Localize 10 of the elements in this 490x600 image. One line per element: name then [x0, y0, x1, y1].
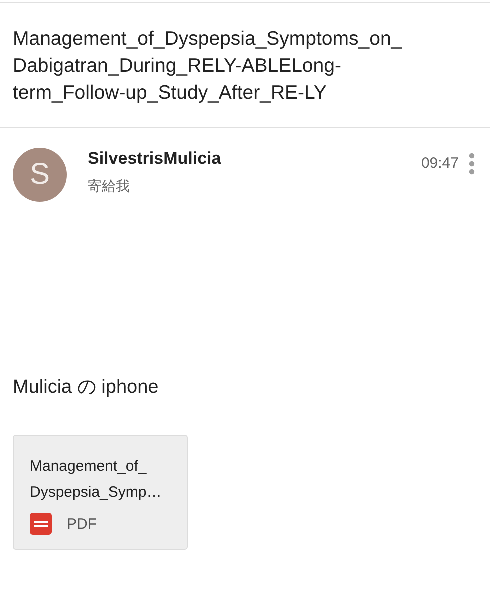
sender-name: SilvestrisMulicia: [88, 149, 222, 169]
attachment-card[interactable]: Management_of_ Dyspepsia_Symp… PDF: [13, 435, 188, 550]
email-subject: Management_of_Dyspepsia_Symptoms_on_ Dabigatran_During_RELY-ABLELong- term_Follow-up_Study_After_RE-LY: [13, 27, 402, 106]
attachment-name: Management_of_ Dyspepsia_Symp…: [30, 457, 162, 503]
attachment-type: PDF: [67, 516, 97, 532]
recipient-label[interactable]: 寄給我: [88, 178, 130, 196]
message-body: Mulicia の iphone: [13, 376, 159, 400]
document-icon: [30, 513, 52, 535]
more-options-icon[interactable]: [468, 153, 476, 175]
message-time: 09:47: [421, 155, 459, 172]
